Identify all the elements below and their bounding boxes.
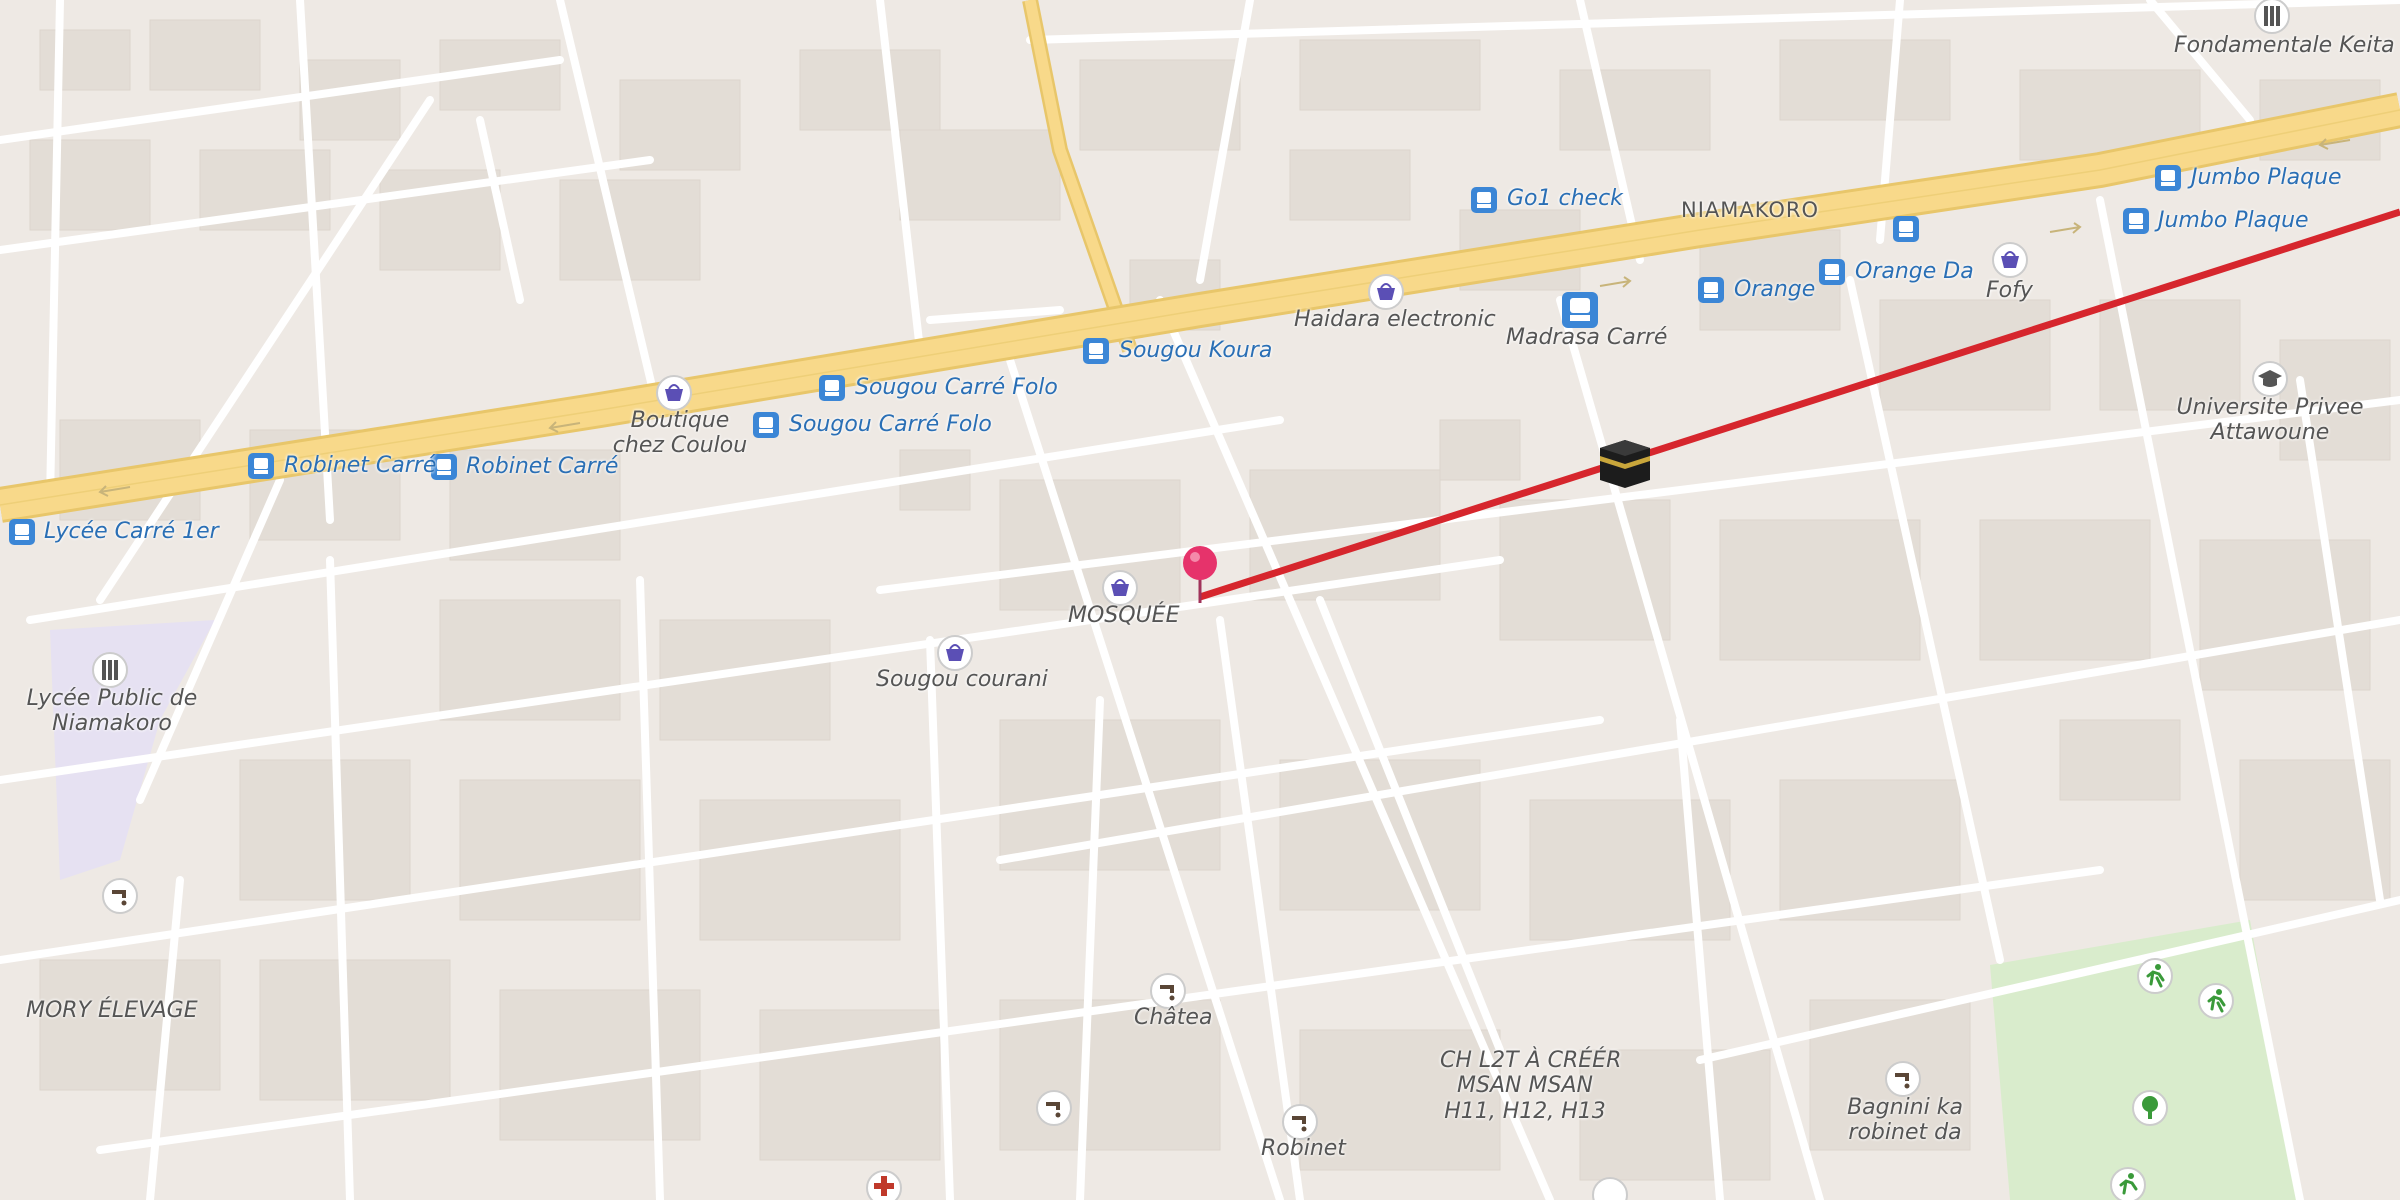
- poi-label-universite-privee[interactable]: Universite Privee Attawoune: [2170, 395, 2370, 446]
- stop-label-sougou-carre-folo[interactable]: Sougou Carré Folo: [789, 412, 992, 437]
- bus-stop-icon[interactable]: [818, 374, 846, 406]
- stop-label-jumbo-plaque[interactable]: Jumbo Plaque: [2158, 208, 2309, 233]
- poi-label-line: Lycée Public de: [26, 686, 198, 711]
- stop-label-jumbo-plaque[interactable]: Jumbo Plaque: [2191, 165, 2342, 190]
- water-tap-icon[interactable]: [1590, 1175, 1630, 1200]
- poi-label-sougou-courani[interactable]: Sougou courani: [876, 667, 1048, 692]
- water-tap-icon[interactable]: [1034, 1088, 1074, 1132]
- bus-stop-icon[interactable]: [1470, 186, 1498, 218]
- map-view[interactable]: NIAMAKORO MORY ÉLEVAGE CH L2T À CRÉÉR MS…: [0, 0, 2400, 1200]
- tree-icon[interactable]: [2130, 1088, 2170, 1132]
- poi-label-fondamentale-keita[interactable]: Fondamentale Keita: [2174, 33, 2395, 58]
- location-pin-icon[interactable]: [1180, 543, 1220, 609]
- area-label-line: MSAN MSAN: [1457, 1073, 1593, 1099]
- stop-label-robinet-carre[interactable]: Robinet Carré: [284, 453, 436, 478]
- stop-label-orange[interactable]: Orange: [1734, 277, 1815, 302]
- poi-label-line: Bagnini ka: [1847, 1095, 1963, 1120]
- poi-label-bagnini-ka-robinet-da[interactable]: Bagnini ka robinet da: [1820, 1095, 1990, 1146]
- kaaba-icon[interactable]: [1596, 436, 1654, 494]
- stop-label-madrasa-carre[interactable]: Madrasa Carré: [1506, 325, 1667, 350]
- stop-label-sougou-koura[interactable]: Sougou Koura: [1119, 338, 1272, 363]
- poi-label-haidara-electronic[interactable]: Haidara electronic: [1294, 307, 1496, 332]
- sports-icon[interactable]: [2135, 956, 2175, 1000]
- bus-stop-icon[interactable]: [1892, 215, 1920, 247]
- bus-stop-icon[interactable]: [1818, 258, 1846, 290]
- sports-icon[interactable]: [2196, 981, 2236, 1025]
- area-label-line: H11, H12, H13: [1444, 1098, 1606, 1124]
- stop-label-orange-da[interactable]: Orange Da: [1855, 259, 1974, 284]
- poi-label-line: Universite Privee: [2176, 395, 2364, 420]
- stop-label-lycee-carre-1er[interactable]: Lycée Carré 1er: [44, 519, 219, 544]
- area-label-line: CH L2T À CRÉÉR: [1440, 1048, 1622, 1073]
- bus-stop-icon[interactable]: [1697, 276, 1725, 308]
- bus-stop-icon[interactable]: [2122, 207, 2150, 239]
- area-label-mory-elevage: MORY ÉLEVAGE: [26, 998, 198, 1023]
- poi-label-lycee-public-de-niamakoro[interactable]: Lycée Public de Niamakoro: [20, 686, 204, 737]
- bus-stop-icon[interactable]: [2154, 164, 2182, 196]
- sports-icon[interactable]: [2108, 1165, 2148, 1200]
- poi-label-robinet[interactable]: Robinet: [1261, 1136, 1346, 1161]
- poi-label-mosquee[interactable]: MOSQUÉE: [1068, 603, 1179, 628]
- poi-label-line: Niamakoro: [52, 711, 172, 737]
- poi-label-line: chez Coulou: [612, 433, 748, 459]
- bus-stop-icon[interactable]: [8, 518, 36, 550]
- poi-label-chatea[interactable]: Châtea: [1134, 1005, 1212, 1030]
- hospital-cross-icon[interactable]: [864, 1168, 904, 1200]
- area-label-ch-l2t: CH L2T À CRÉÉR MSAN MSAN H11, H12, H13: [1440, 1048, 1622, 1124]
- poi-label-boutique-chez-coulou[interactable]: Boutique chez Coulou: [600, 408, 760, 459]
- poi-label-line: Boutique: [630, 408, 730, 433]
- poi-label-fofy[interactable]: Fofy: [1986, 278, 2033, 303]
- bus-stop-icon[interactable]: [247, 452, 275, 484]
- poi-label-line: robinet da: [1848, 1120, 1962, 1146]
- stop-label-robinet-carre[interactable]: Robinet Carré: [466, 454, 618, 479]
- water-tap-icon[interactable]: [100, 876, 140, 920]
- stop-label-sougou-carre-folo[interactable]: Sougou Carré Folo: [855, 375, 1058, 400]
- area-label-niamakoro: NIAMAKORO: [1681, 198, 1820, 222]
- stop-label-go1-check[interactable]: Go1 check: [1507, 186, 1623, 211]
- poi-label-line: Attawoune: [2210, 420, 2330, 446]
- bus-stop-icon[interactable]: [1082, 337, 1110, 369]
